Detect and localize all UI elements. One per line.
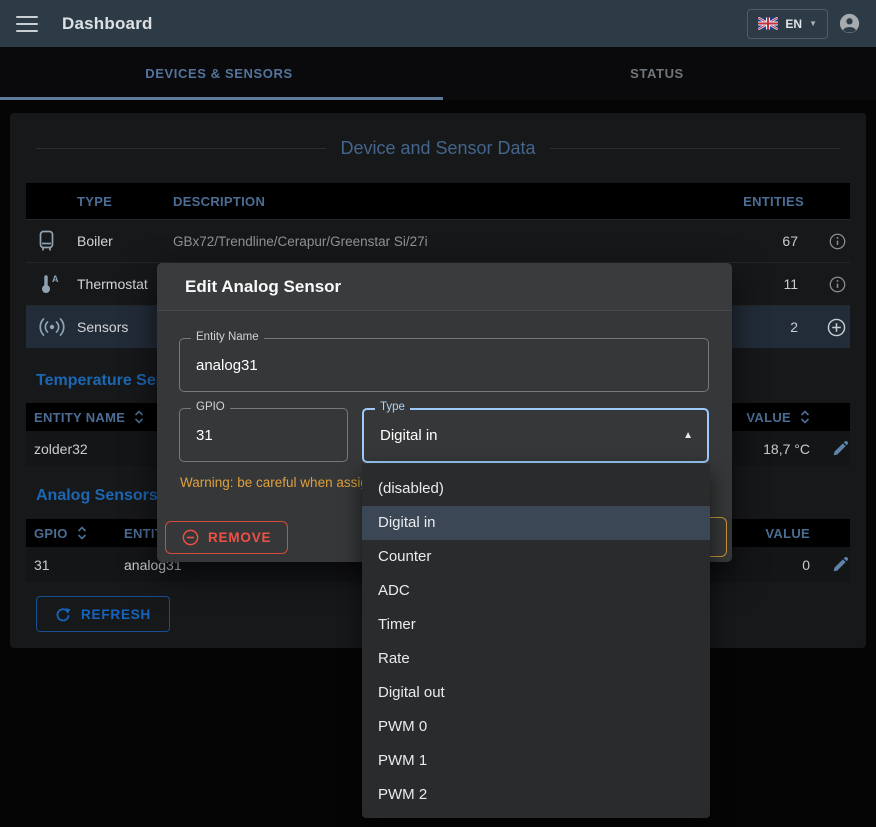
dropdown-option-disabled[interactable]: (disabled) (362, 472, 710, 506)
col-header-entity-name[interactable]: ENTITY NAME (34, 410, 125, 425)
page-title-row: Device and Sensor Data (10, 138, 866, 159)
col-header-description: DESCRIPTION (166, 194, 690, 209)
app-title: Dashboard (62, 14, 153, 34)
edit-pencil-icon[interactable] (833, 441, 848, 456)
sort-icon[interactable] (77, 526, 87, 540)
col-header-type: TYPE (70, 194, 166, 209)
account-icon[interactable] (839, 13, 860, 34)
col-header-value[interactable]: VALUE (746, 410, 791, 425)
device-description: GBx72/Trendline/Cerapur/Greenstar Si/27i (166, 234, 690, 249)
entity-name-value[interactable]: analog31 (196, 339, 258, 391)
sort-icon[interactable] (134, 410, 144, 424)
sensor-entity-name: zolder32 (34, 441, 88, 457)
info-icon[interactable] (829, 276, 846, 293)
info-icon[interactable] (829, 233, 846, 250)
sensor-value: 18,7 °C (763, 441, 810, 457)
app-frame: Dashboard EN ▼ (0, 0, 876, 827)
thermostat-icon: A (38, 273, 60, 295)
refresh-button-label: REFRESH (81, 607, 151, 622)
remove-button-label: REMOVE (208, 530, 271, 545)
dialog-header: Edit Analog Sensor (157, 263, 732, 311)
dropdown-option-pwm2[interactable]: PWM 2 (362, 778, 710, 812)
refresh-icon (55, 606, 71, 622)
boiler-icon (38, 230, 55, 252)
dropdown-option-adc[interactable]: ADC (362, 574, 710, 608)
dropdown-option-pwm1[interactable]: PWM 1 (362, 744, 710, 778)
sensors-icon (38, 318, 66, 336)
type-dropdown-menu: (disabled) Digital in Counter ADC Timer … (362, 464, 710, 818)
dropdown-option-pwm0[interactable]: PWM 0 (362, 710, 710, 744)
gpio-field[interactable]: GPIO 31 (179, 408, 348, 462)
device-type: Boiler (70, 233, 166, 249)
tab-status[interactable]: STATUS (438, 47, 876, 100)
language-selector[interactable]: EN ▼ (747, 9, 828, 39)
topbar-right: EN ▼ (747, 9, 876, 39)
svg-text:A: A (52, 274, 59, 284)
dialog-title: Edit Analog Sensor (185, 277, 341, 297)
device-type: Sensors (70, 319, 166, 335)
language-label: EN (785, 17, 802, 31)
top-bar: Dashboard EN ▼ (0, 0, 876, 47)
chevron-down-icon: ▼ (809, 19, 817, 28)
analog-sensors-heading: Analog Sensors (36, 487, 158, 505)
add-icon[interactable] (827, 318, 846, 337)
chevron-up-icon: ▲ (683, 410, 693, 461)
entity-name-field[interactable]: Entity Name analog31 (179, 338, 709, 392)
remove-button[interactable]: REMOVE (165, 521, 288, 554)
uk-flag-icon (758, 17, 778, 30)
refresh-button[interactable]: REFRESH (36, 596, 170, 632)
sensor-gpio: 31 (34, 557, 50, 573)
page-title: Device and Sensor Data (340, 138, 535, 159)
dropdown-option-rate[interactable]: Rate (362, 642, 710, 676)
tab-devices-sensors[interactable]: DEVICES & SENSORS (0, 47, 438, 100)
device-entities-count: 67 (690, 233, 810, 249)
active-tab-indicator (0, 97, 443, 100)
col-header-gpio[interactable]: GPIO (34, 526, 68, 541)
device-type: Thermostat (70, 276, 166, 292)
dropdown-option-digital-out[interactable]: Digital out (362, 676, 710, 710)
type-selected-value: Digital in (380, 410, 438, 461)
table-row-boiler[interactable]: Boiler GBx72/Trendline/Cerapur/Greenstar… (26, 219, 850, 262)
dropdown-option-counter[interactable]: Counter (362, 540, 710, 574)
dropdown-option-timer[interactable]: Timer (362, 608, 710, 642)
col-header-entities: ENTITIES (690, 194, 810, 209)
type-select[interactable]: Type Digital in ▲ (362, 408, 709, 463)
dropdown-option-digital-in[interactable]: Digital in (362, 506, 710, 540)
col-header-value[interactable]: VALUE (765, 526, 810, 541)
edit-pencil-icon[interactable] (833, 557, 848, 572)
menu-icon[interactable] (16, 16, 38, 32)
tab-bar: DEVICES & SENSORS STATUS (0, 47, 876, 100)
gpio-value[interactable]: 31 (196, 409, 213, 461)
sort-icon[interactable] (800, 410, 810, 424)
remove-minus-icon (182, 529, 199, 546)
devices-table-header: TYPE DESCRIPTION ENTITIES (26, 183, 850, 219)
sensor-value: 0 (802, 557, 810, 573)
